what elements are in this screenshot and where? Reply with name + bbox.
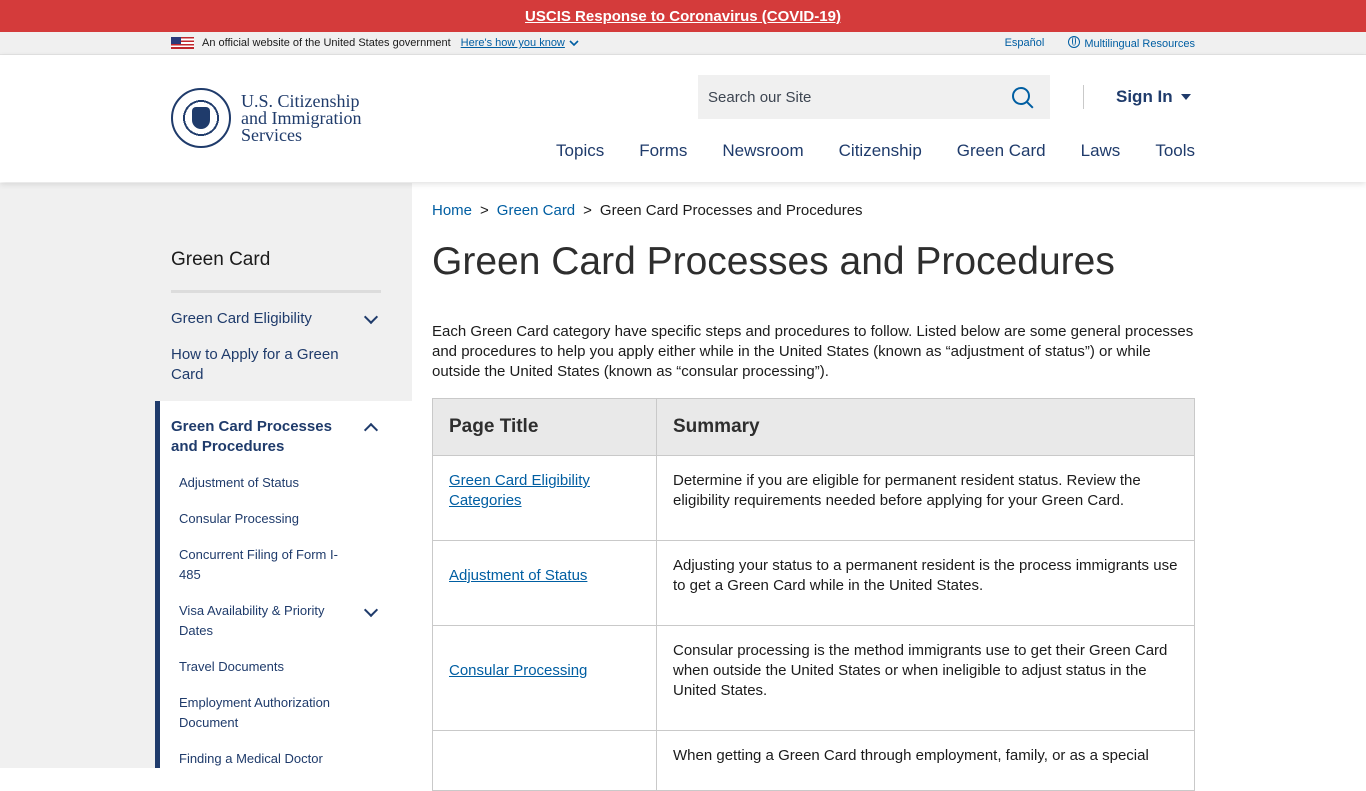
logo-line-3: Services (241, 124, 302, 145)
table-row: Consular Processing Consular processing … (432, 625, 1195, 731)
table-link[interactable]: Green Card Eligibility Categories (449, 472, 590, 509)
sidebar-subitem-adjustment-of-status[interactable]: Adjustment of Status (179, 473, 354, 493)
sidebar-item-green-card-eligibility[interactable]: Green Card Eligibility (171, 309, 351, 329)
processes-table: Page Title Summary Green Card Eligibilit… (432, 398, 1195, 791)
sidebar-subitem-visa-availability[interactable]: Visa Availability & Priority Dates (179, 601, 354, 641)
table-row: When getting a Green Card through employ… (432, 730, 1195, 791)
nav-topics[interactable]: Topics (556, 141, 604, 161)
nav-newsroom[interactable]: Newsroom (722, 141, 803, 161)
covid-banner: USCIS Response to Coronavirus (COVID-19) (0, 0, 1366, 32)
nav-forms[interactable]: Forms (639, 141, 687, 161)
espanol-link[interactable]: Español (1005, 37, 1045, 49)
table-cell-title: Consular Processing (432, 625, 657, 731)
logo-text: U.S. Citizenship and Immigration Service… (241, 92, 361, 145)
sign-in-button[interactable]: Sign In (1116, 87, 1191, 107)
table-cell-summary: When getting a Green Card through employ… (656, 730, 1195, 791)
heres-how-you-know-label: Here's how you know (460, 37, 565, 49)
breadcrumb: Home > Green Card > Green Card Processes… (432, 202, 863, 219)
multilingual-resources-link[interactable]: Multilingual Resources (1068, 36, 1195, 50)
table-cell-summary: Consular processing is the method immigr… (656, 625, 1195, 731)
main-nav: Topics Forms Newsroom Citizenship Green … (556, 141, 1195, 161)
gov-banner-left: An official website of the United States… (171, 32, 579, 54)
table-cell-summary: Determine if you are eligible for perman… (656, 455, 1195, 541)
table-cell-summary: Adjusting your status to a permanent res… (656, 540, 1195, 626)
sidebar-title: Green Card (171, 249, 271, 270)
intro-paragraph: Each Green Card category have specific s… (432, 323, 1194, 380)
table-row: Green Card Eligibility Categories Determ… (432, 455, 1195, 541)
table-cell-title (432, 730, 657, 791)
caret-down-icon (1180, 94, 1191, 100)
column-header-page-title: Page Title (432, 398, 657, 456)
chevron-down-icon (569, 39, 579, 46)
globe-icon (1068, 36, 1081, 48)
search-icon[interactable] (1012, 87, 1030, 105)
nav-citizenship[interactable]: Citizenship (839, 141, 922, 161)
sidebar-divider (171, 290, 381, 293)
sidebar-subitem-consular-processing[interactable]: Consular Processing (179, 509, 354, 529)
sidebar-subitem-medical-doctor[interactable]: Finding a Medical Doctor (179, 749, 354, 769)
site-search (698, 75, 1050, 119)
table-row: Adjustment of Status Adjusting your stat… (432, 540, 1195, 626)
table-header-row: Page Title Summary (432, 398, 1195, 456)
us-flag-icon (171, 37, 194, 49)
table-link[interactable]: Adjustment of Status (449, 567, 587, 584)
header-divider (1083, 85, 1084, 109)
multilingual-resources-label: Multilingual Resources (1084, 38, 1195, 50)
nav-green-card[interactable]: Green Card (957, 141, 1046, 161)
active-indicator-bar (155, 401, 160, 768)
breadcrumb-current: Green Card Processes and Procedures (599, 202, 863, 219)
search-input[interactable] (698, 87, 1010, 107)
table-cell-title: Adjustment of Status (432, 540, 657, 626)
sign-in-label: Sign In (1116, 87, 1173, 106)
breadcrumb-home[interactable]: Home (432, 202, 472, 219)
gov-banner-right: Español Multilingual Resources (1005, 32, 1195, 54)
sidebar-subitem-concurrent-filing[interactable]: Concurrent Filing of Form I-485 (179, 545, 354, 585)
sidebar-item-how-to-apply[interactable]: How to Apply for a Green Card (171, 345, 351, 385)
sidebar-item-processes-procedures[interactable]: Green Card Processes and Procedures (171, 417, 351, 457)
sidebar: Green Card Green Card Eligibility How to… (0, 183, 412, 768)
page-title: Green Card Processes and Procedures (432, 240, 1115, 283)
uscis-logo[interactable]: U.S. Citizenship and Immigration Service… (171, 88, 361, 148)
nav-tools[interactable]: Tools (1155, 141, 1195, 161)
site-header: U.S. Citizenship and Immigration Service… (0, 55, 1366, 182)
column-header-summary: Summary (656, 398, 1195, 456)
breadcrumb-separator: > (583, 202, 592, 219)
sidebar-subitem-employment-authorization[interactable]: Employment Authorization Document (179, 693, 354, 733)
sidebar-subitem-travel-documents[interactable]: Travel Documents (179, 657, 354, 677)
dhs-seal-icon (171, 88, 231, 148)
official-site-text: An official website of the United States… (202, 37, 451, 49)
heres-how-you-know-link[interactable]: Here's how you know (461, 37, 579, 49)
nav-laws[interactable]: Laws (1081, 141, 1121, 161)
gov-banner: An official website of the United States… (0, 32, 1366, 55)
chevron-down-icon[interactable] (363, 309, 379, 325)
table-cell-title: Green Card Eligibility Categories (432, 455, 657, 541)
breadcrumb-green-card[interactable]: Green Card (497, 202, 575, 219)
breadcrumb-separator: > (480, 202, 489, 219)
covid-banner-link[interactable]: USCIS Response to Coronavirus (COVID-19) (525, 8, 841, 25)
table-link[interactable]: Consular Processing (449, 662, 587, 679)
